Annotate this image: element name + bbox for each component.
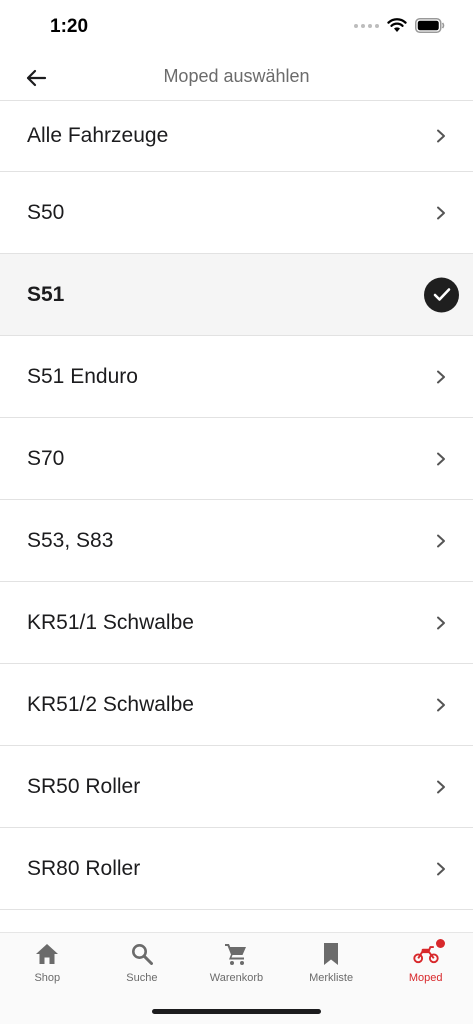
list-item[interactable]: S51 Enduro (0, 336, 473, 418)
list-item[interactable]: S53, S83 (0, 500, 473, 582)
chevron-right-icon (437, 370, 445, 383)
tab-merkliste[interactable]: Merkliste (284, 933, 379, 995)
moped-list: Alle Fahrzeuge S50 S51 S51 Enduro S70 S5… (0, 101, 473, 933)
home-icon (34, 941, 60, 967)
list-item-selected[interactable]: S51 (0, 254, 473, 336)
list-item[interactable]: KR51/1 Schwalbe (0, 582, 473, 664)
list-item[interactable]: Alle Fahrzeuge (0, 101, 473, 172)
list-item-label: S51 Enduro (27, 364, 138, 388)
chevron-right-icon (437, 862, 445, 875)
chevron-right-icon (437, 780, 445, 793)
tab-moped[interactable]: Moped (378, 933, 473, 995)
list-item-label: Alle Fahrzeuge (27, 124, 169, 147)
battery-icon (415, 18, 445, 33)
list-item-label: SR80 Roller (27, 856, 141, 880)
chevron-right-icon (437, 534, 445, 547)
checkmark-icon (424, 277, 459, 312)
list-item-label: KR51/2 Schwalbe (27, 692, 194, 716)
moped-icon (413, 941, 439, 967)
list-item[interactable]: KR51/2 Schwalbe (0, 664, 473, 746)
cart-icon (223, 941, 249, 967)
page-title: Moped auswählen (163, 66, 310, 86)
tab-shop[interactable]: Shop (0, 933, 95, 995)
chevron-right-icon (437, 129, 445, 143)
tab-label: Warenkorb (209, 972, 264, 984)
status-bar: 1:20 (0, 0, 473, 54)
list-item-label: S51 (27, 282, 65, 306)
signal-icon (354, 23, 379, 28)
list-item[interactable]: S70 (0, 418, 473, 500)
tab-warenkorb[interactable]: Warenkorb (189, 933, 284, 995)
list-item-label: S50 (27, 200, 65, 224)
search-icon (129, 941, 155, 967)
tab-label: Moped (408, 972, 443, 984)
list-item-label: S53, S83 (27, 528, 114, 552)
tab-label: Merkliste (309, 972, 354, 984)
list-item-label: SR50 Roller (27, 774, 141, 798)
chevron-right-icon (437, 452, 445, 465)
notification-dot (436, 939, 446, 948)
chevron-right-icon (437, 698, 445, 711)
list-item[interactable]: S50 (0, 172, 473, 254)
home-indicator (152, 1009, 321, 1014)
tab-label: Shop (34, 972, 61, 984)
list-item[interactable]: SR50 Roller (0, 746, 473, 828)
list-item-label: S70 (27, 446, 65, 470)
wifi-icon (387, 18, 407, 32)
status-icons (354, 18, 445, 33)
nav-header: Moped auswählen (0, 54, 473, 101)
tab-label: Suche (126, 972, 158, 984)
list-item[interactable]: SR80 Roller (0, 828, 473, 910)
tab-bar: Shop Suche Warenkorb Merkliste Moped (0, 932, 473, 1024)
chevron-right-icon (437, 616, 445, 629)
tab-suche[interactable]: Suche (95, 933, 190, 995)
list-item-label: KR51/1 Schwalbe (27, 610, 194, 634)
bookmark-icon (318, 941, 344, 967)
chevron-right-icon (437, 206, 445, 219)
status-time: 1:20 (50, 16, 89, 37)
